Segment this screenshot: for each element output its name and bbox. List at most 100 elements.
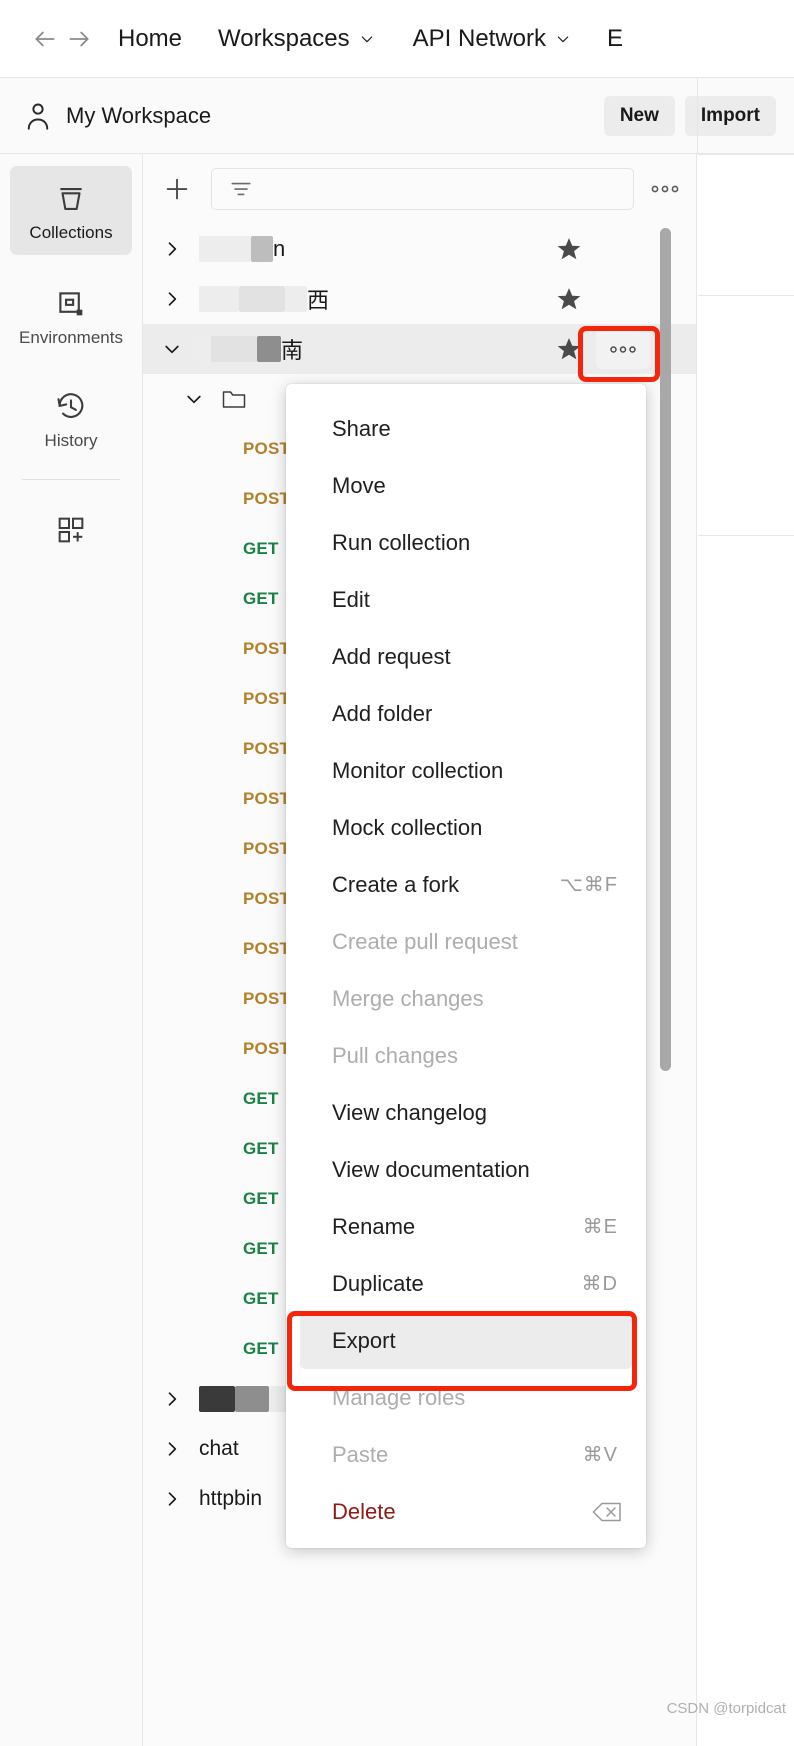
request-method-label: POST [243,689,291,708]
menu-item-label: Pull changes [332,1042,458,1068]
request-method-label: POST [243,989,291,1008]
person-icon [24,101,52,131]
menu-item-manage-roles: Manage roles [286,1369,646,1426]
menu-item-label: Run collection [332,529,471,555]
request-method-label: GET [243,1089,279,1108]
menu-item-label: Merge changes [332,985,484,1011]
menu-item-create-a-fork[interactable]: Create a fork ⌥⌘F [286,856,646,913]
filter-icon [228,176,254,202]
collection-name: 西 [199,283,329,315]
new-button[interactable]: New [603,95,675,136]
watermark: CSDN @torpidcat [666,1700,786,1717]
chevron-down-icon[interactable] [161,338,183,360]
menu-item-duplicate[interactable]: Duplicate ⌘D [286,1255,646,1312]
menu-item-edit[interactable]: Edit [286,571,646,628]
chevron-right-icon[interactable] [161,238,183,260]
collection-name-suffix: 西 [307,288,330,313]
request-method-label: GET [243,539,279,558]
collection-row-selected[interactable]: 南 [143,324,696,374]
request-method-label: POST [243,639,291,658]
nav-item-explore[interactable]: E [607,25,623,53]
menu-item-export[interactable]: Export [300,1312,632,1369]
postman-app-window: Home Workspaces API Network E My Workspa… [0,0,794,1746]
collection-row[interactable]: n [143,224,696,274]
menu-item-label: Edit [332,586,370,612]
menu-item-add-request[interactable]: Add request [286,628,646,685]
nav-home-label: Home [118,24,183,52]
request-method-label: POST [243,889,291,908]
chevron-right-icon[interactable] [161,288,183,310]
menu-item-move[interactable]: Move [286,457,646,514]
sidebar-more-icon[interactable] [648,174,682,204]
menu-item-view-changelog[interactable]: View changelog [286,1084,646,1141]
history-icon [54,390,88,424]
collection-more-button[interactable] [596,329,650,369]
chevron-right-icon[interactable] [161,1488,183,1510]
menu-item-label: Monitor collection [332,757,504,783]
menu-item-label: Mock collection [332,814,483,840]
request-method-label: POST [243,789,291,808]
menu-item-share[interactable]: Share [286,400,646,457]
redacted-block [199,1386,235,1412]
collection-name-suffix: n [273,236,286,261]
menu-item-label: Paste [332,1441,389,1467]
nav-item-home[interactable]: Home [118,25,182,53]
star-icon[interactable] [556,286,582,312]
request-method-label: GET [243,1239,279,1258]
menu-item-monitor-collection[interactable]: Monitor collection [286,742,646,799]
collection-name: httpbin [199,1487,263,1510]
menu-item-delete[interactable]: Delete [286,1483,646,1540]
sidebar-toolbar [143,154,696,224]
environment-icon [54,287,88,321]
sidebar-label-environments: Environments [19,328,123,347]
menu-item-paste: Paste ⌘V [286,1426,646,1483]
menu-item-label: Add request [332,643,451,669]
collection-context-menu: Share Move Run collection Edit Add request Ad… [286,384,646,1548]
chevron-down-icon [359,31,375,47]
request-method-label: POST [243,839,291,858]
request-method-label: POST [243,439,291,458]
menu-item-shortcut: ⌥⌘F [559,874,618,896]
request-method-label: GET [243,589,279,608]
menu-item-add-folder[interactable]: Add folder [286,685,646,742]
star-icon[interactable] [556,236,582,262]
nav-api-network-label: API Network [412,24,547,52]
star-icon[interactable] [556,336,582,362]
plus-icon[interactable] [159,171,195,207]
request-method-label: GET [243,1289,279,1308]
menu-item-merge-changes: Merge changes [286,970,646,1027]
menu-item-shortcut: ⌘D [581,1273,618,1295]
forward-icon[interactable] [62,22,96,56]
sidebar-item-environments[interactable]: Environments [10,271,132,360]
new-pane-button[interactable] [10,498,132,558]
menu-item-shortcut: ⌘E [582,1216,618,1238]
chevron-right-icon[interactable] [161,1438,183,1460]
menu-item-create-pull-request: Create pull request [286,913,646,970]
sidebar-scrollbar-thumb[interactable] [660,228,671,1071]
chevron-down-icon[interactable] [183,388,205,410]
search-input[interactable] [211,168,634,210]
menu-item-mock-collection[interactable]: Mock collection [286,799,646,856]
menu-item-rename[interactable]: Rename ⌘E [286,1198,646,1255]
sidebar-item-history[interactable]: History [10,374,132,463]
sidebar-item-collections[interactable]: Collections [10,166,132,255]
collection-row[interactable]: 西 [143,274,696,324]
menu-item-view-documentation[interactable]: View documentation [286,1141,646,1198]
menu-item-label: Rename [332,1213,416,1239]
nav-item-workspaces[interactable]: Workspaces [218,25,375,53]
import-button[interactable]: Import [684,95,776,136]
menu-item-run-collection[interactable]: Run collection [286,514,646,571]
back-icon[interactable] [28,22,62,56]
chevron-right-icon[interactable] [161,1388,183,1410]
nav-item-api-network[interactable]: API Network [413,25,571,53]
menu-item-shortcut: ⌘V [582,1444,618,1466]
left-icon-rail: Collections Environments History [0,154,143,1746]
request-method-label: POST [243,739,291,758]
menu-item-label: View changelog [332,1099,487,1125]
workspace-title: My Workspace [66,102,212,128]
menu-item-label: Create pull request [332,928,518,954]
menu-item-label: Duplicate [332,1270,424,1296]
sidebar-label-collections: Collections [29,223,113,242]
collection-icon [54,182,88,216]
sidebar-label-history: History [44,431,98,450]
